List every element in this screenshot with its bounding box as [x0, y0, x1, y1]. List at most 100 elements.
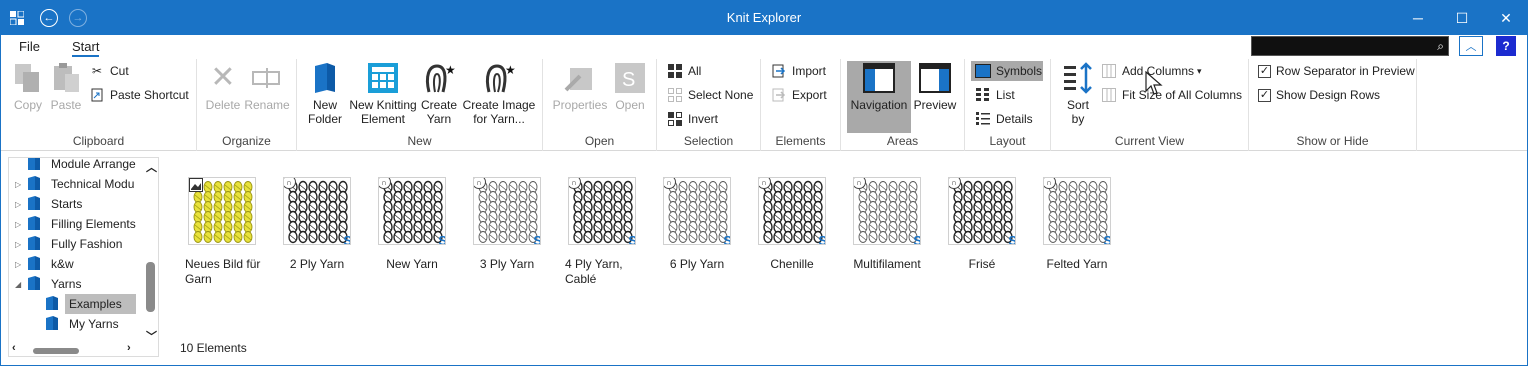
group-current-view: Sort by Add Columns ▾ Fit Size of All Col…: [1051, 59, 1249, 151]
tree-item[interactable]: ◢ Yarns: [15, 274, 81, 294]
element-name: New Yarn: [386, 257, 438, 271]
tree-item[interactable]: ▷ Fully Fashion: [15, 234, 122, 254]
menu-file[interactable]: File: [19, 39, 40, 54]
new-folder-button[interactable]: New Folder: [305, 61, 345, 131]
vertical-scrollbar[interactable]: ︿ ﹀: [143, 158, 158, 344]
expand-arrow-icon[interactable]: ▷: [15, 240, 21, 249]
minimize-button[interactable]: ─: [1395, 1, 1441, 35]
open-button[interactable]: S Open: [611, 61, 649, 131]
tree-item[interactable]: My Yarns: [45, 314, 119, 334]
cut-button[interactable]: ✂ Cut: [89, 61, 129, 81]
element-item[interactable]: ∩S New Yarn: [367, 177, 457, 272]
search-input[interactable]: ⌕: [1251, 36, 1449, 56]
help-button[interactable]: ?: [1496, 36, 1516, 56]
tree-item[interactable]: ▷ Technical Modu: [15, 174, 134, 194]
select-none-button[interactable]: Select None: [667, 85, 753, 105]
link-icon: S: [818, 233, 825, 244]
paste-button[interactable]: Paste: [47, 61, 85, 131]
tree-item[interactable]: ▷ Filling Elements: [15, 214, 136, 234]
scroll-left-icon[interactable]: ‹: [12, 342, 16, 354]
scroll-thumb[interactable]: [146, 262, 155, 312]
svg-text:S: S: [622, 69, 635, 91]
element-item[interactable]: ∩S 2 Ply Yarn: [272, 177, 362, 272]
element-item[interactable]: ∩S Multifilament: [842, 177, 932, 272]
expand-arrow-icon[interactable]: ▷: [15, 180, 21, 189]
menu-start[interactable]: Start: [72, 39, 100, 57]
group-new: New Folder New Knitting Element ★ Create…: [297, 59, 543, 151]
navigation-tree: Module Arrange ▷ Technical Modu ▷ Starts ▷ Fil…: [8, 157, 159, 357]
navigation-button[interactable]: Navigation: [847, 61, 911, 133]
layout-details-button[interactable]: Details: [975, 109, 1033, 129]
element-item[interactable]: ∩S Chenille: [747, 177, 837, 272]
mouse-cursor-icon: [1145, 70, 1163, 100]
element-thumbnail: ∩S: [568, 177, 636, 245]
folder-icon: [27, 235, 51, 254]
folder-icon: [27, 195, 51, 214]
import-button[interactable]: Import: [771, 61, 826, 81]
tree-item-label: Module Arrange: [51, 157, 136, 171]
preview-button[interactable]: Preview: [911, 61, 959, 131]
group-label: Areas: [886, 134, 919, 148]
fit-columns-button[interactable]: Fit Size of All Columns: [1101, 85, 1242, 105]
sort-by-button[interactable]: Sort by: [1059, 61, 1097, 131]
element-item[interactable]: ∩S Frisé: [937, 177, 1027, 272]
yarn-icon: ★: [422, 61, 456, 95]
tree-item[interactable]: Examples: [45, 294, 136, 314]
show-design-rows-checkbox[interactable]: ✓ Show Design Rows: [1258, 85, 1380, 105]
scissors-icon: ✂: [91, 64, 103, 78]
close-button[interactable]: ✕: [1483, 1, 1527, 35]
element-view: Neues Bild für Garn ∩S 2 Ply Yarn ∩S New Yar…: [165, 157, 1527, 357]
tree-item[interactable]: ▷ Starts: [15, 194, 82, 214]
export-button[interactable]: Export: [771, 85, 827, 105]
row-separator-checkbox[interactable]: ✓ Row Separator in Preview: [1258, 61, 1415, 81]
element-item[interactable]: Neues Bild für Garn: [177, 177, 267, 287]
element-item[interactable]: ∩S 3 Ply Yarn: [462, 177, 552, 272]
link-icon: S: [723, 233, 730, 244]
element-item[interactable]: ∩S 4 Ply Yarn, Cablé: [557, 177, 647, 287]
layout-list-button[interactable]: List: [975, 85, 1015, 105]
scroll-down-icon[interactable]: ﹀: [146, 328, 157, 344]
svg-text:★: ★: [445, 63, 455, 77]
collapse-ribbon-button[interactable]: ︿: [1459, 36, 1483, 56]
element-name: 6 Ply Yarn: [669, 257, 725, 271]
create-yarn-button[interactable]: ★ Create Yarn: [419, 61, 459, 131]
link-icon: S: [1103, 233, 1110, 244]
rename-button[interactable]: Rename: [243, 61, 291, 131]
expand-arrow-icon[interactable]: ▷: [15, 260, 21, 269]
tree-item[interactable]: Module Arrange: [27, 157, 136, 174]
horizontal-scrollbar[interactable]: ‹ ›: [9, 342, 158, 356]
element-item[interactable]: ∩S Felted Yarn: [1032, 177, 1122, 272]
scroll-right-icon[interactable]: ›: [127, 342, 131, 354]
scroll-thumb[interactable]: [33, 348, 79, 354]
select-all-button[interactable]: All: [667, 61, 701, 81]
properties-button[interactable]: Properties: [549, 61, 611, 131]
list-icon: [975, 87, 991, 103]
expanded-arrow-icon[interactable]: ◢: [15, 280, 21, 289]
knit-pattern-image: [953, 180, 1013, 244]
link-icon: S: [533, 233, 540, 244]
folder-icon: [27, 275, 51, 294]
knitting-element-icon: [366, 61, 400, 95]
maximize-button[interactable]: ☐: [1439, 1, 1485, 35]
element-item[interactable]: ∩S 6 Ply Yarn: [652, 177, 742, 272]
shortcut-icon: [89, 87, 105, 103]
group-label: Clipboard: [72, 134, 125, 148]
group-label: Current View: [1114, 134, 1185, 148]
invert-selection-button[interactable]: Invert: [667, 109, 718, 129]
element-name: 2 Ply Yarn: [289, 257, 345, 271]
tree-item-label: Examples: [65, 294, 136, 314]
element-thumbnail: ∩S: [948, 177, 1016, 245]
paste-shortcut-button[interactable]: Paste Shortcut: [89, 85, 189, 105]
create-image-button[interactable]: ★ Create Image for Yarn...: [461, 61, 537, 131]
navigation-pane-icon: [862, 61, 896, 95]
expand-arrow-icon[interactable]: ▷: [15, 200, 21, 209]
folder-icon: [27, 175, 51, 194]
copy-button[interactable]: Copy: [9, 61, 47, 131]
delete-button[interactable]: ✕ Delete: [203, 61, 243, 131]
tree-item[interactable]: ▷ k&w: [15, 254, 74, 274]
new-knitting-element-button[interactable]: New Knitting Element: [347, 61, 419, 131]
layout-symbols-button[interactable]: Symbols: [971, 61, 1043, 81]
scroll-up-icon[interactable]: ︿: [146, 159, 157, 175]
group-organize: ✕ Delete Rename Organize: [197, 59, 297, 151]
expand-arrow-icon[interactable]: ▷: [15, 220, 21, 229]
